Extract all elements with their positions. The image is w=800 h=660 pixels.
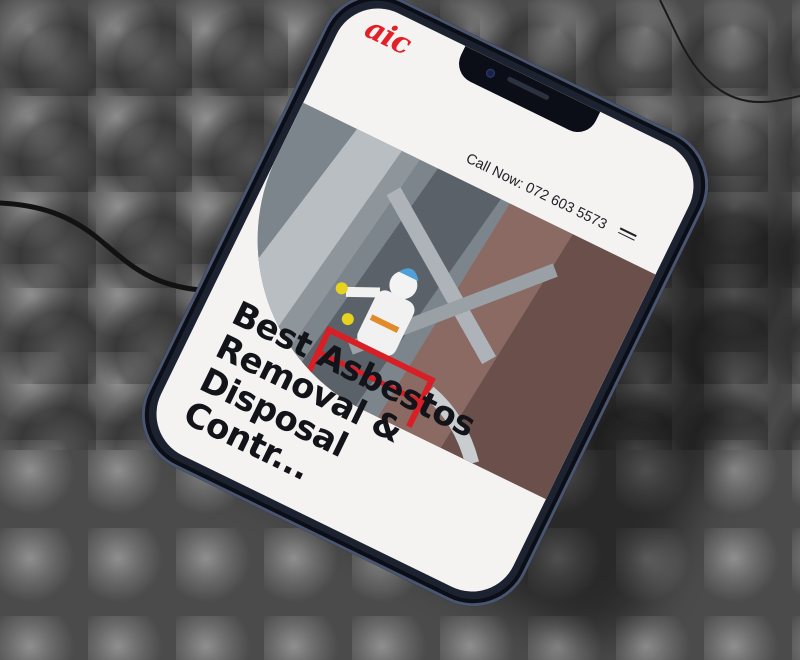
hamburger-menu-icon[interactable] [617,225,638,244]
camera-icon [484,67,497,80]
speaker-grille [506,76,551,101]
site-logo[interactable]: aic [359,11,416,63]
